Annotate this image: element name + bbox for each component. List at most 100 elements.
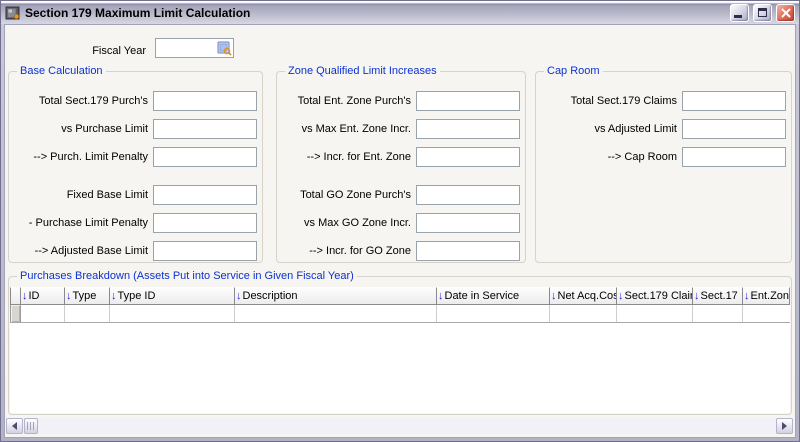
column-header-description[interactable]: ↓ Description [235,287,437,305]
column-label: Date in Service [445,290,520,302]
field-label: vs Purchase Limit [9,123,153,135]
minimize-icon [734,15,742,18]
horizontal-scrollbar[interactable] [6,418,793,434]
field-row: vs Adjusted Limit [536,119,791,139]
vs-adjusted-limit-input[interactable] [682,119,786,139]
vs-purchase-limit-input[interactable] [153,119,257,139]
cell-sect179-claim[interactable] [617,305,693,322]
field-row: Total GO Zone Purch's [277,185,525,205]
field-row: - Purchase Limit Penalty [9,213,262,233]
column-label: Sect.179 Clair [625,290,694,302]
column-label: Sect.17 [701,290,738,302]
field-row: Total Ent. Zone Purch's [277,91,525,111]
purchase-limit-penalty-input[interactable] [153,213,257,233]
total-sect179-purchs-input[interactable] [153,91,257,111]
field-label: vs Adjusted Limit [536,123,682,135]
group-base-calculation-title: Base Calculation [17,65,106,77]
group-zone-qualified-limit-increases: Zone Qualified Limit Increases Total Ent… [276,71,526,263]
field-label: Fixed Base Limit [9,189,153,201]
field-label: --> Incr. for Ent. Zone [277,151,416,163]
group-cap-room: Cap Room Total Sect.179 Claims vs Adjust… [535,71,792,263]
column-label: Type [73,290,97,302]
field-row: --> Incr. for Ent. Zone [277,147,525,167]
close-icon [781,8,791,18]
column-header-ent-zone[interactable]: ↓ Ent.Zon [743,287,790,305]
maximize-button[interactable] [753,4,772,22]
field-label: --> Purch. Limit Penalty [9,151,153,163]
purch-limit-penalty-input[interactable] [153,147,257,167]
scroll-left-button[interactable] [6,418,23,434]
arrow-right-icon [782,422,787,430]
scroll-right-button[interactable] [776,418,793,434]
sort-down-icon: ↓ [236,290,242,302]
fiscal-year-field-wrap [155,38,234,58]
group-purchases-breakdown: Purchases Breakdown (Assets Put into Ser… [8,276,792,415]
column-header-date-in-service[interactable]: ↓ Date in Service [437,287,550,305]
column-header-type-id[interactable]: ↓ Type ID [110,287,235,305]
total-go-zone-purchs-input[interactable] [416,185,520,205]
group-zone-title: Zone Qualified Limit Increases [285,65,440,77]
field-row: Total Sect.179 Purch's [9,91,262,111]
cell-net-acq-cost[interactable] [550,305,617,322]
row-selector[interactable] [10,305,21,322]
purchases-table: ↓ ID ↓ Type ↓ Type ID ↓ Description [10,287,790,323]
field-row: Total Sect.179 Claims [536,91,791,111]
incr-for-ent-zone-input[interactable] [416,147,520,167]
field-label: Total Sect.179 Claims [536,95,682,107]
cell-date-in-service[interactable] [437,305,550,322]
sort-down-icon: ↓ [618,290,624,302]
vs-max-ent-zone-incr-input[interactable] [416,119,520,139]
field-row: --> Purch. Limit Penalty [9,147,262,167]
sort-down-icon: ↓ [66,290,72,302]
group-cap-room-title: Cap Room [544,65,603,77]
arrow-left-icon [12,422,17,430]
sort-down-icon: ↓ [744,290,750,302]
purchases-table-header: ↓ ID ↓ Type ↓ Type ID ↓ Description [10,287,790,305]
cell-sect17[interactable] [693,305,743,322]
row-selector-header[interactable] [10,287,21,305]
cap-room-input[interactable] [682,147,786,167]
close-button[interactable] [776,4,795,22]
column-header-sect179-claim[interactable]: ↓ Sect.179 Clair [617,287,693,305]
adjusted-base-limit-input[interactable] [153,241,257,261]
column-header-type[interactable]: ↓ Type [65,287,110,305]
sort-down-icon: ↓ [694,290,700,302]
form-client-area: Fiscal Year Base Calculation Total Sect.… [4,24,796,438]
incr-for-go-zone-input[interactable] [416,241,520,261]
field-row: --> Incr. for GO Zone [277,241,525,261]
minimize-button[interactable] [730,4,749,22]
field-label: vs Max Ent. Zone Incr. [277,123,416,135]
scrollbar-thumb[interactable] [24,418,38,434]
titlebar[interactable]: Section 179 Maximum Limit Calculation [1,1,799,24]
table-row[interactable] [10,305,790,323]
field-label: vs Max GO Zone Incr. [277,217,416,229]
sort-down-icon: ↓ [22,290,28,302]
field-label: Total Ent. Zone Purch's [277,95,416,107]
total-ent-zone-purchs-input[interactable] [416,91,520,111]
group-base-calculation: Base Calculation Total Sect.179 Purch's … [8,71,263,263]
total-sect179-claims-input[interactable] [682,91,786,111]
field-label: Total GO Zone Purch's [277,189,416,201]
column-header-id[interactable]: ↓ ID [21,287,65,305]
cell-id[interactable] [21,305,65,322]
lookup-magnifier-icon [216,40,232,56]
cell-type[interactable] [65,305,110,322]
column-header-net-acq-cost[interactable]: ↓ Net Acq.Cos [550,287,617,305]
column-label: Net Acq.Cos [558,290,618,302]
fiscal-year-lookup-button[interactable] [216,40,232,56]
window-title: Section 179 Maximum Limit Calculation [25,5,726,20]
field-label: --> Adjusted Base Limit [9,245,153,257]
sort-down-icon: ↓ [438,290,444,302]
field-label: --> Cap Room [536,151,682,163]
cell-ent-zone[interactable] [743,305,790,322]
sort-down-icon: ↓ [111,290,117,302]
field-label: - Purchase Limit Penalty [9,217,153,229]
column-header-sect17[interactable]: ↓ Sect.17 [693,287,743,305]
cell-type-id[interactable] [110,305,235,322]
vs-max-go-zone-incr-input[interactable] [416,213,520,233]
maximize-icon [758,8,767,17]
fixed-base-limit-input[interactable] [153,185,257,205]
field-label: Total Sect.179 Purch's [9,95,153,107]
cell-description[interactable] [235,305,437,322]
safe-icon [5,5,21,21]
